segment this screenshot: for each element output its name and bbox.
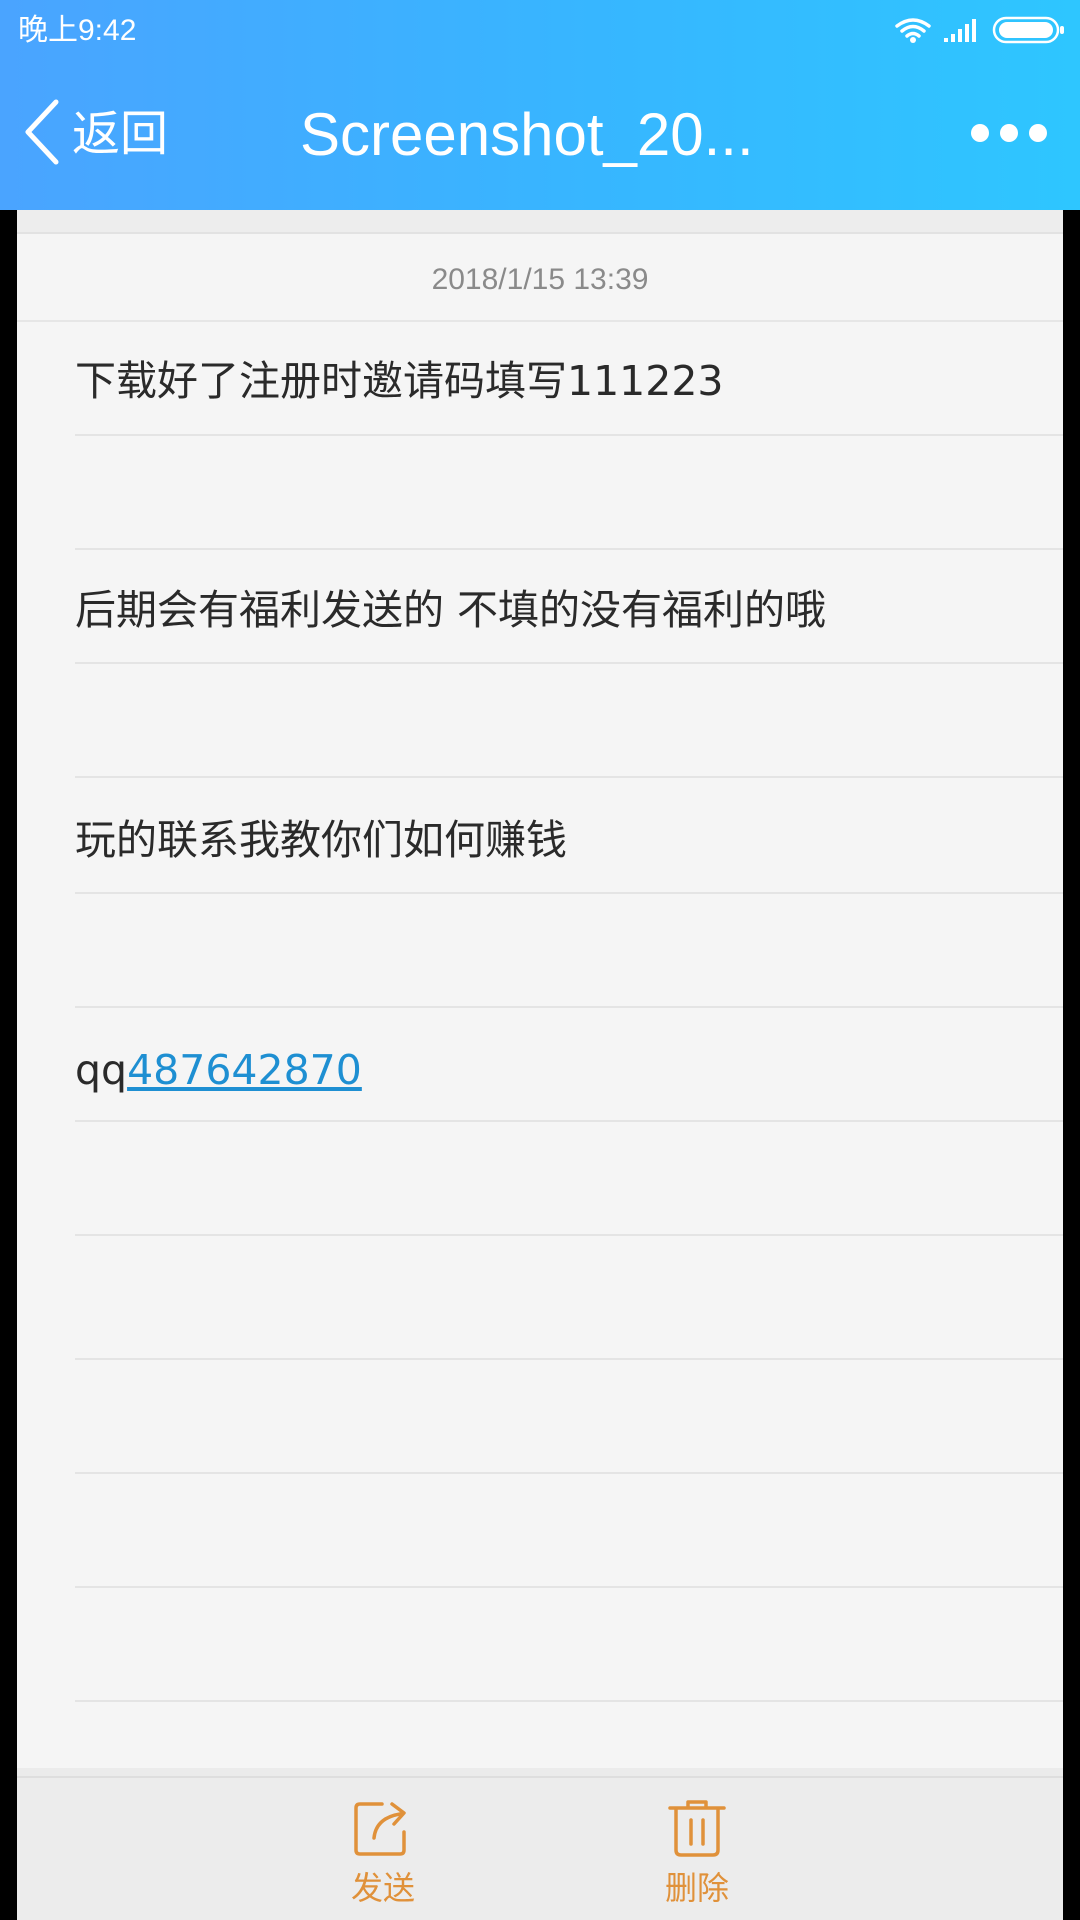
note-line-3[interactable]: 后期会有福利发送的 不填的没有福利的哦 (75, 582, 1043, 638)
ruled-line (75, 1700, 1063, 1702)
ruled-line (75, 1120, 1063, 1122)
battery-icon (992, 15, 1066, 45)
note-timestamp: 2018/1/15 13:39 (431, 263, 649, 296)
qq-prefix: qq (75, 1046, 128, 1094)
wifi-icon (894, 16, 932, 44)
more-button[interactable] (968, 116, 1050, 150)
signal-icon (942, 16, 980, 44)
ruled-line (75, 434, 1063, 436)
note-bottom-band (17, 1768, 1063, 1776)
status-icons (894, 14, 1066, 46)
ruled-line (75, 1472, 1063, 1474)
page-title: Screenshot_20... (300, 101, 754, 168)
note-top-band (17, 210, 1063, 234)
ruled-line (75, 548, 1063, 550)
ruled-line (75, 1358, 1063, 1360)
more-dots-icon (971, 124, 1047, 142)
divider (17, 320, 1063, 322)
ruled-line (75, 1234, 1063, 1236)
ruled-line (75, 662, 1063, 664)
status-time: 晚上9:42 (18, 14, 137, 47)
ruled-line (75, 776, 1063, 778)
header: 晚上9:42 返回 Screenshot_20... (0, 0, 1080, 210)
delete-button[interactable]: 删除 (637, 1798, 757, 1908)
note-line-1[interactable]: 下载好了注册时邀请码填写111223 (75, 353, 1043, 409)
share-icon (323, 1798, 443, 1858)
send-label: 发送 (350, 1869, 415, 1907)
note-line-5[interactable]: 玩的联系我教你们如何赚钱 (75, 812, 1043, 868)
ruled-line (75, 1006, 1063, 1008)
ruled-line (75, 1586, 1063, 1588)
note-body[interactable]: 2018/1/15 13:39 下载好了注册时邀请码填写111223 后期会有福… (17, 210, 1063, 1776)
note-line-qq[interactable]: qq487642870 (75, 1042, 1043, 1098)
screen: 晚上9:42 返回 Screenshot_20... 2018/1/15 13:… (0, 0, 1080, 1920)
send-button[interactable]: 发送 (323, 1798, 443, 1908)
back-label: 返回 (72, 106, 169, 162)
chevron-left-icon (22, 98, 62, 170)
delete-label: 删除 (664, 1869, 729, 1907)
trash-icon (637, 1798, 757, 1858)
qq-number-link[interactable]: 487642870 (127, 1046, 362, 1094)
back-button[interactable]: 返回 (22, 98, 168, 170)
ruled-line (75, 892, 1063, 894)
bottom-toolbar: 发送 删除 (17, 1776, 1063, 1920)
